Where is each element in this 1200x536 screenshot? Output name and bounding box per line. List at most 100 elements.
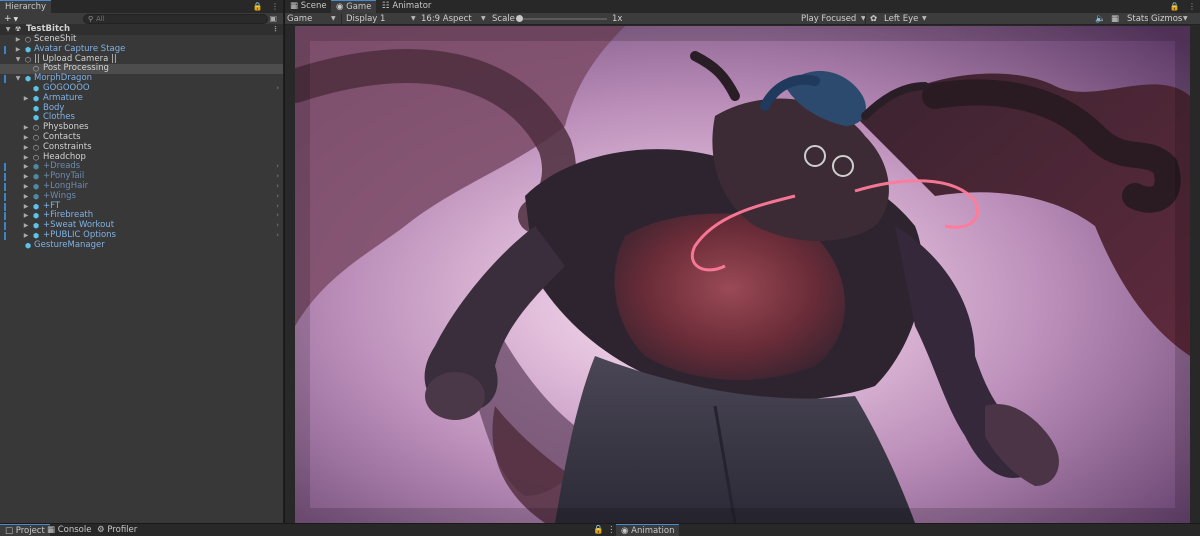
expand-arrow-icon[interactable]: ▼ (4, 24, 12, 35)
caret-down-icon: ▼ (331, 15, 336, 22)
tree-item-gesturemanager[interactable]: ⬢ GestureManager (0, 239, 283, 251)
prefab-icon: ⬢ (32, 94, 40, 103)
collapsed-arrow-icon[interactable]: ▶ (22, 143, 30, 153)
gameobject-icon: ⬡ (32, 133, 40, 142)
tab-animator-label: Animator (392, 1, 432, 11)
add-label: + (4, 14, 12, 24)
bottom-tabbar: □ Project ▦ Console ⚙ Profiler 🔒 ⋮ ◉ Ani… (0, 523, 1200, 536)
folder-icon: □ (5, 526, 14, 536)
search-input[interactable] (96, 15, 261, 23)
collapsed-arrow-icon[interactable]: ▶ (22, 133, 30, 143)
more-menu-icon[interactable]: ⋮ (1188, 2, 1196, 11)
tab-animation-label: Animation (631, 526, 675, 536)
profiler-icon: ⚙ (97, 525, 105, 535)
chevron-right-icon[interactable]: › (276, 84, 279, 94)
prefab-icon: ⬢ (32, 84, 40, 93)
collapsed-arrow-icon[interactable]: ▶ (22, 162, 30, 172)
play-mode-dropdown[interactable]: Play Focused ▼ (801, 13, 869, 25)
gameobject-icon: ⬡ (24, 55, 32, 64)
gameobject-icon: ⬡ (32, 153, 40, 162)
display-dropdown[interactable]: Display 1 ▼ (346, 13, 418, 25)
collapsed-arrow-icon[interactable]: ▶ (22, 211, 30, 221)
eye-dropdown[interactable]: Left Eye ▼ (884, 13, 932, 25)
aspect-dropdown[interactable]: 16:9 Aspect ▼ (421, 13, 489, 25)
chevron-right-icon[interactable]: › (276, 182, 279, 192)
chevron-right-icon[interactable]: › (276, 221, 279, 231)
aspect-label: 16:9 Aspect (421, 14, 472, 24)
tab-project-label: Project (15, 526, 45, 536)
scale-slider[interactable] (519, 18, 607, 20)
prefab-icon: ⬢ (24, 75, 32, 84)
bug-icon[interactable]: ✿ (870, 13, 877, 25)
tab-profiler[interactable]: ⚙ Profiler (92, 524, 142, 536)
animator-icon: ☷ (382, 1, 390, 11)
expand-arrow-icon[interactable]: ▼ (14, 55, 22, 65)
game-viewport[interactable] (295, 26, 1190, 523)
collapsed-arrow-icon[interactable]: ▶ (22, 202, 30, 212)
tab-console-label: Console (57, 525, 92, 535)
modified-indicator (4, 173, 6, 182)
caret-down-icon: ▼ (1183, 15, 1188, 22)
more-menu-icon[interactable]: ⋮ (271, 2, 279, 11)
game-render-image (295, 26, 1190, 523)
tab-animator[interactable]: ☷ Animator (377, 0, 436, 13)
modified-indicator (4, 231, 6, 240)
caret-down-icon: ▼ (481, 15, 486, 22)
tab-hierarchy-label: Hierarchy (5, 2, 47, 12)
eye-label: Left Eye (884, 14, 919, 24)
tab-game[interactable]: ◉ Game (331, 0, 377, 13)
chevron-right-icon[interactable]: › (276, 162, 279, 172)
chevron-right-icon[interactable]: › (276, 172, 279, 182)
chevron-right-icon[interactable]: › (276, 202, 279, 212)
caret-down-icon: ▼ (13, 16, 19, 23)
gameobject-icon: ⬡ (24, 36, 32, 44)
hierarchy-search[interactable]: ⚲ (83, 14, 268, 24)
grid-icon: ▦ (290, 1, 299, 11)
game-tabbar: ▦ Scene ◉ Game ☷ Animator 🔒 ⋮ (285, 0, 1200, 13)
tab-animation[interactable]: ◉ Animation (616, 524, 680, 536)
collapsed-arrow-icon[interactable]: ▶ (22, 231, 30, 241)
stats-toggle[interactable]: Stats (1127, 13, 1149, 25)
caret-down-icon: ▼ (922, 15, 927, 22)
console-icon: ▦ (47, 525, 56, 535)
game-view-panel: ▦ Scene ◉ Game ☷ Animator 🔒 ⋮ Game ▼ Dis… (285, 0, 1200, 523)
gameobject-icon: ⬡ (32, 124, 40, 133)
lock-icon[interactable]: 🔒 (252, 2, 262, 11)
gizmos-label: Gizmos (1151, 14, 1183, 24)
tab-scene[interactable]: ▦ Scene (285, 0, 332, 13)
view-mode-dropdown[interactable]: Game ▼ (287, 13, 339, 25)
modified-indicator (4, 182, 6, 191)
tab-scene-label: Scene (300, 1, 327, 11)
unity-scene-icon: ☢ (14, 25, 22, 33)
display-label: Display 1 (346, 14, 386, 24)
chevron-right-icon[interactable]: › (276, 231, 279, 241)
expand-arrow-icon[interactable]: ▼ (14, 74, 22, 84)
caret-down-icon: ▼ (411, 15, 416, 22)
lock-icon[interactable]: 🔒 (1169, 2, 1179, 11)
prefab-icon: ⬢ (32, 163, 40, 172)
scale-slider-handle[interactable] (516, 15, 523, 22)
frame-debug-icon[interactable]: ▦ (1111, 13, 1119, 25)
modified-indicator (4, 163, 6, 172)
chevron-right-icon[interactable]: › (276, 211, 279, 221)
prefab-icon: ⬢ (32, 202, 40, 211)
collapsed-arrow-icon[interactable]: ▶ (22, 192, 30, 202)
tab-hierarchy[interactable]: Hierarchy (0, 0, 52, 13)
collapsed-arrow-icon[interactable]: ▶ (22, 94, 30, 104)
chevron-right-icon[interactable]: › (276, 192, 279, 202)
hierarchy-panel: Hierarchy 🔒 ⋮ +▼ ⚲ ▣ ▼ ☢ TestBitch ⋮ ▶ ⬡… (0, 0, 284, 523)
collapsed-arrow-icon[interactable]: ▶ (22, 123, 30, 133)
tab-console[interactable]: ▦ Console (42, 524, 96, 536)
collapsed-arrow-icon[interactable]: ▶ (22, 172, 30, 182)
animation-icon: ◉ (621, 526, 629, 536)
collapsed-arrow-icon[interactable]: ▶ (22, 221, 30, 231)
mute-audio-icon[interactable]: 🔈 (1095, 13, 1106, 25)
collapsed-arrow-icon[interactable]: ▶ (14, 35, 22, 45)
more-menu-icon[interactable]: ⋮ (272, 24, 279, 35)
gizmos-dropdown[interactable]: Gizmos ▼ (1151, 13, 1191, 25)
collapsed-arrow-icon[interactable]: ▶ (22, 182, 30, 192)
prefab-icon: ⬢ (32, 231, 40, 240)
tree-item-label: GestureManager (34, 239, 105, 250)
collapsed-arrow-icon[interactable]: ▶ (14, 45, 22, 55)
collapsed-arrow-icon[interactable]: ▶ (22, 153, 30, 163)
